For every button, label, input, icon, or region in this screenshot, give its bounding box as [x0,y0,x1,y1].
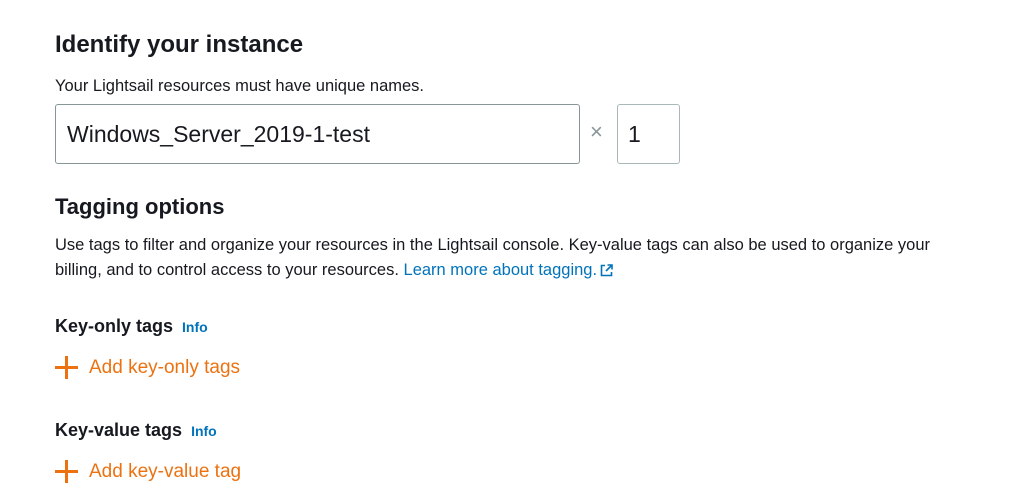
external-link-icon [600,264,613,277]
plus-icon [55,460,78,483]
key-only-tags-info-link[interactable]: Info [182,319,208,335]
create-instance-form: Identify your instance Your Lightsail re… [0,0,1020,498]
add-key-only-tags-button[interactable]: Add key-only tags [55,356,240,379]
instance-name-input[interactable] [55,104,580,164]
tagging-options-description: Use tags to filter and organize your res… [55,233,975,283]
multiplier-symbol: × [590,119,603,144]
key-only-tags-title: Key-only tags [55,316,174,336]
plus-icon [55,356,78,379]
key-only-tags-heading: Key-only tags Info [55,316,208,337]
key-value-tags-heading: Key-value tags Info [55,420,217,441]
identify-instance-description: Your Lightsail resources must have uniqu… [55,77,425,95]
add-key-value-tag-label: Add key-value tag [89,460,242,482]
add-key-only-tags-label: Add key-only tags [89,356,241,378]
instance-count-input[interactable] [617,104,680,164]
learn-more-tagging-link[interactable]: Learn more about tagging. [404,261,614,279]
key-value-tags-title: Key-value tags [55,420,183,440]
identify-instance-heading: Identify your instance [55,31,304,58]
key-value-tags-info-link[interactable]: Info [191,423,217,439]
learn-more-tagging-label: Learn more about tagging. [403,261,598,279]
tagging-options-heading: Tagging options [55,194,225,219]
add-key-value-tag-button[interactable]: Add key-value tag [55,460,241,483]
